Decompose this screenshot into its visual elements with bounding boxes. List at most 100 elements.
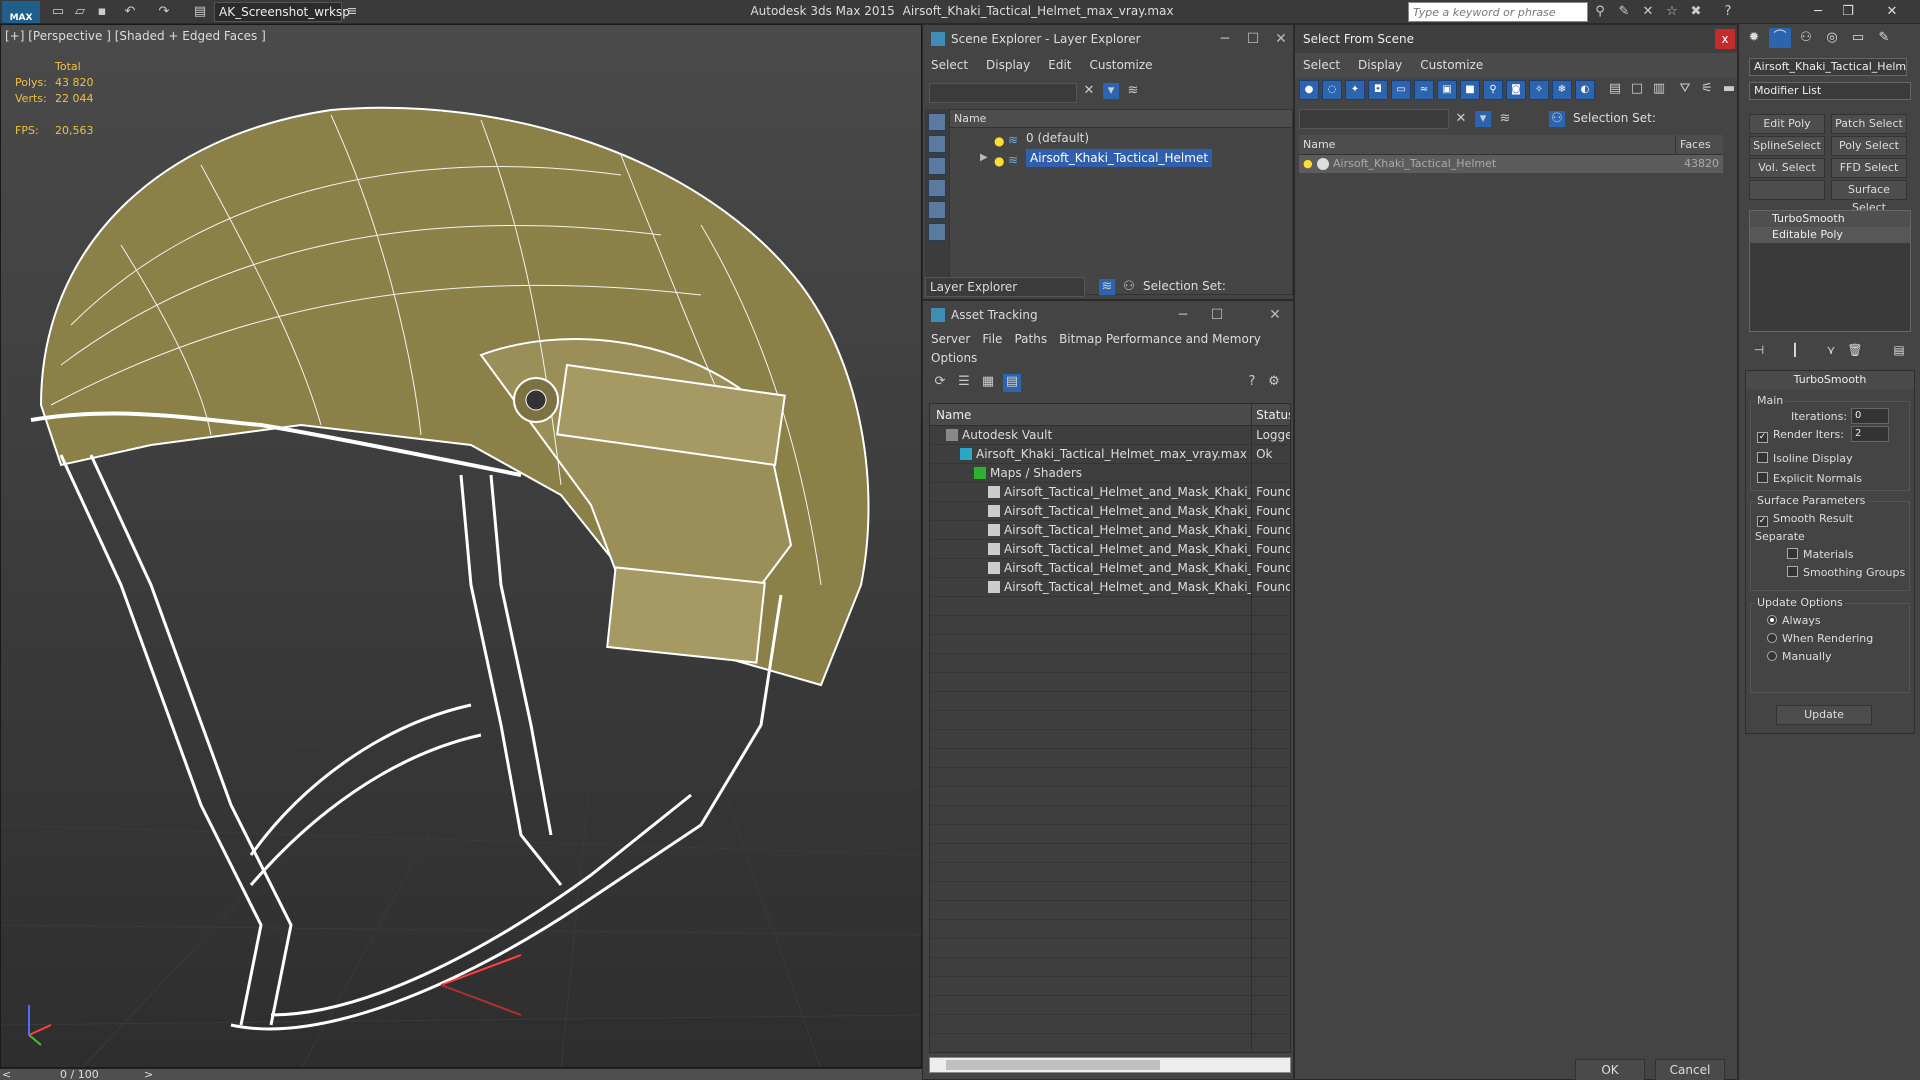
maximize-icon[interactable]: ☐ xyxy=(1205,301,1229,329)
asset-table-row[interactable]: Airsoft_Tactical_Helmet_and_Mask_Khaki_.… xyxy=(930,559,1290,578)
pin-stack-icon[interactable]: ⊣ xyxy=(1749,340,1769,360)
stack-item-editable-poly[interactable]: Editable Poly xyxy=(1750,227,1910,243)
select-from-scene-title-bar[interactable]: Select From Scene x xyxy=(1295,25,1737,53)
clear-filter-icon[interactable]: ✕ xyxy=(1453,111,1469,127)
select-none-icon[interactable]: □ xyxy=(1629,81,1645,97)
object-row[interactable]: ● Airsoft_Khaki_Tactical_Helmet 43820 xyxy=(1299,155,1723,173)
restore-icon[interactable]: ❐ xyxy=(1836,3,1860,21)
filter-spacewarps-icon[interactable]: ≈ xyxy=(1414,80,1434,100)
asset-table-row[interactable]: Airsoft_Tactical_Helmet_and_Mask_Khaki_.… xyxy=(930,483,1290,502)
maximize-icon[interactable]: ☐ xyxy=(1241,25,1265,53)
explicit-normals-checkbox[interactable]: Explicit Normals xyxy=(1757,472,1862,485)
tab-display-icon[interactable]: ▭ xyxy=(1847,28,1869,48)
hierarchy-filter-icon[interactable]: ⚟ xyxy=(1699,81,1715,97)
perspective-viewport[interactable]: [+] [Perspective ] [Shaded + Edged Faces… xyxy=(0,24,922,1068)
scene-explorer-title-bar[interactable]: Scene Explorer - Layer Explorer ─ ☐ ✕ xyxy=(923,25,1293,53)
asset-table-row[interactable]: Airsoft_Khaki_Tactical_Helmet_max_vray.m… xyxy=(930,445,1290,464)
layers-icon[interactable]: ≋ xyxy=(1125,83,1141,99)
refresh-icon[interactable]: ⟳ xyxy=(931,374,949,392)
close-icon[interactable]: ✕ xyxy=(1269,25,1293,53)
surface-select-button[interactable]: Surface Select xyxy=(1831,180,1907,214)
filter-groups-icon[interactable]: ▣ xyxy=(1437,80,1457,100)
vol-select-button[interactable]: Vol. Select xyxy=(1749,158,1825,178)
select-all-icon[interactable]: ▤ xyxy=(1607,81,1623,97)
menu-select[interactable]: Select xyxy=(931,58,968,72)
asset-table-row[interactable]: Airsoft_Tactical_Helmet_and_Mask_Khaki_.… xyxy=(930,540,1290,559)
menu-customize[interactable]: Customize xyxy=(1420,58,1483,72)
when-rendering-radio[interactable]: When Rendering xyxy=(1767,632,1873,645)
display-shapes-icon[interactable] xyxy=(928,135,946,153)
select-invert-icon[interactable]: ▥ xyxy=(1651,81,1667,97)
manually-radio[interactable]: Manually xyxy=(1767,650,1832,663)
hierarchy-icon[interactable]: ⚇ xyxy=(1549,111,1565,127)
table-view-icon[interactable]: ▤ xyxy=(1003,374,1021,392)
viewport-label[interactable]: [+] [Perspective ] [Shaded + Edged Faces… xyxy=(5,29,266,43)
ffd-select-button[interactable]: FFD Select xyxy=(1831,158,1907,178)
menu-options[interactable]: Options xyxy=(931,351,977,365)
iterations-spinner[interactable]: 0 xyxy=(1851,408,1889,424)
spline-select-button[interactable]: SplineSelect xyxy=(1749,136,1825,156)
filter-containers-icon[interactable]: ◙ xyxy=(1506,80,1526,100)
configure-sets-icon[interactable]: ▤ xyxy=(1889,340,1909,360)
column-header-name[interactable]: Name xyxy=(1299,135,1675,154)
patch-select-button[interactable]: Patch Select xyxy=(1831,114,1907,134)
help-icon[interactable]: ? xyxy=(1243,374,1261,392)
menu-file[interactable]: File xyxy=(982,332,1002,346)
filter-hidden-icon[interactable]: ◐ xyxy=(1575,80,1595,100)
star-icon[interactable]: ☆ xyxy=(1664,4,1680,20)
asset-table-row[interactable]: Airsoft_Tactical_Helmet_and_Mask_Khaki_.… xyxy=(930,521,1290,540)
filter-shapes-icon[interactable]: ◌ xyxy=(1322,80,1342,100)
x-icon[interactable]: ✖ xyxy=(1688,4,1704,20)
horizontal-scrollbar[interactable] xyxy=(929,1057,1291,1073)
filter-bones-icon[interactable]: ⚲ xyxy=(1483,80,1503,100)
close-icon[interactable]: x xyxy=(1715,29,1735,49)
tree-item-default-layer[interactable]: ● ≋ 0 (default) xyxy=(950,128,1292,148)
display-geometry-icon[interactable] xyxy=(928,113,946,131)
filter-xrefs-icon[interactable]: ■ xyxy=(1460,80,1480,100)
clear-filter-icon[interactable]: ✕ xyxy=(1081,83,1097,99)
smooth-result-checkbox[interactable]: ✓ Smooth Result xyxy=(1757,512,1853,527)
rollout-header[interactable]: TurboSmooth xyxy=(1746,371,1914,389)
menu-bitmap-performance[interactable]: Bitmap Performance and Memory xyxy=(1059,332,1261,346)
next-frame-button[interactable]: > xyxy=(144,1068,153,1080)
scene-explorer-filter-input[interactable] xyxy=(929,83,1077,103)
lightbulb-icon[interactable]: ● xyxy=(994,151,1004,171)
display-cameras-icon[interactable] xyxy=(928,179,946,197)
sun-icon[interactable]: ✹ xyxy=(1743,28,1765,48)
filter-toggle-icon[interactable]: ▾ xyxy=(1475,111,1491,127)
minimize-icon[interactable]: ─ xyxy=(1806,3,1830,21)
tab-hierarchy-icon[interactable]: ⚇ xyxy=(1795,28,1817,48)
menu-select[interactable]: Select xyxy=(1303,58,1340,72)
menu-display[interactable]: Display xyxy=(1358,58,1402,72)
asset-table-row[interactable]: Autodesk Vault Logged xyxy=(930,426,1290,445)
layer-mode-icon[interactable]: ≋ xyxy=(1099,279,1115,295)
filter-helpers-icon[interactable]: ▭ xyxy=(1391,80,1411,100)
tab-modify-icon[interactable]: ⌒ xyxy=(1769,28,1791,48)
tools-icon[interactable]: ✎ xyxy=(1616,4,1632,20)
display-lights-icon[interactable] xyxy=(928,157,946,175)
layer-tree-header[interactable]: Name xyxy=(950,110,1292,128)
layers-icon[interactable]: ≋ xyxy=(1497,111,1513,127)
filter-particles-icon[interactable]: ✧ xyxy=(1529,80,1549,100)
search-input[interactable]: Type a keyword or phrase xyxy=(1408,2,1588,22)
close-icon[interactable]: ✕ xyxy=(1880,3,1904,21)
show-end-result-icon[interactable]: ┃ xyxy=(1785,340,1805,360)
connect-icon[interactable]: ✕ xyxy=(1640,4,1656,20)
help-icon[interactable]: ? xyxy=(1720,4,1736,20)
menu-server[interactable]: Server xyxy=(931,332,970,346)
tab-utilities-icon[interactable]: ✎ xyxy=(1873,28,1895,48)
filter-cameras-icon[interactable]: ◘ xyxy=(1368,80,1388,100)
asset-table-row[interactable]: Maps / Shaders xyxy=(930,464,1290,483)
minimize-icon[interactable]: ─ xyxy=(1171,301,1195,329)
asset-tracking-title-bar[interactable]: Asset Tracking ─ ☐ ✕ xyxy=(923,301,1293,329)
expand-arrow-icon[interactable]: ▶ xyxy=(980,148,988,168)
filter-icon[interactable]: ▾ xyxy=(1103,83,1119,99)
menu-edit[interactable]: Edit xyxy=(1048,58,1071,72)
time-slider[interactable]: < 0 / 100 > xyxy=(0,1068,922,1080)
update-button[interactable]: Update xyxy=(1776,705,1872,725)
empty-modifier-button[interactable] xyxy=(1749,180,1825,200)
close-icon[interactable]: ✕ xyxy=(1263,301,1287,329)
display-helpers-icon[interactable] xyxy=(928,201,946,219)
settings-icon[interactable]: ⚙ xyxy=(1265,374,1283,392)
render-iters-checkbox[interactable]: ✓ Render Iters: xyxy=(1757,428,1844,443)
